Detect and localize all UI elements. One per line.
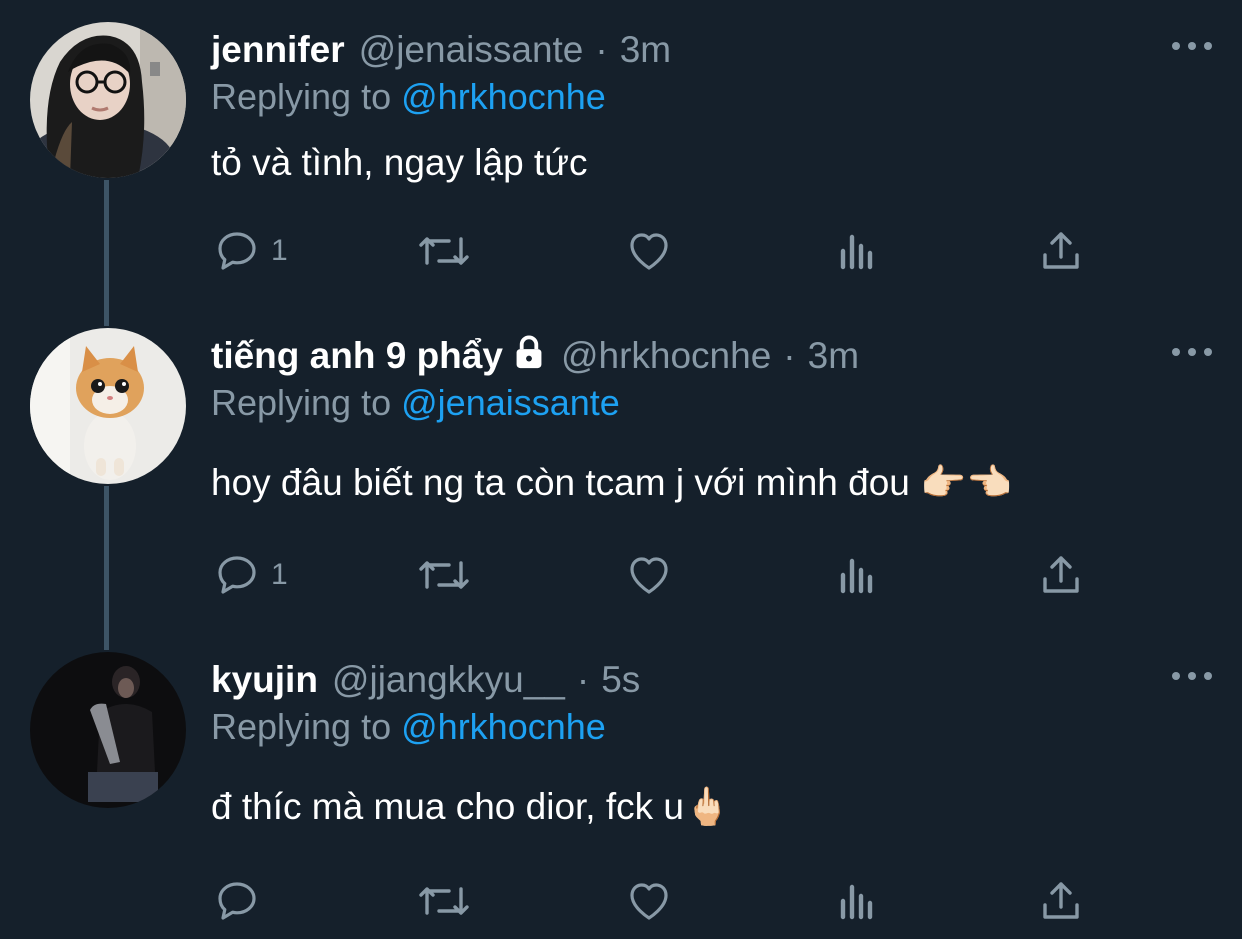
reply-button[interactable]: 1: [213, 226, 288, 276]
more-icon[interactable]: [1172, 36, 1212, 56]
tweet-header: tiếng anh 9 phẩy @hrkhocnhe · 3m: [211, 328, 859, 384]
analytics-button[interactable]: [833, 226, 881, 276]
reply-count: 1: [271, 558, 288, 591]
separator-dot: ·: [576, 659, 590, 700]
display-name[interactable]: kyujin: [211, 659, 318, 701]
share-button[interactable]: [1037, 550, 1085, 600]
retweet-button[interactable]: [415, 226, 473, 276]
avatar[interactable]: [30, 22, 186, 178]
replying-label: Replying to: [211, 706, 392, 747]
share-icon: [1043, 232, 1079, 269]
timestamp[interactable]: 3m: [808, 335, 859, 377]
tweet[interactable]: tiếng anh 9 phẩy @hrkhocnhe · 3m Replyin…: [0, 328, 1242, 628]
timestamp[interactable]: 5s: [601, 659, 640, 701]
dark-photo-avatar: [30, 652, 186, 808]
more-icon[interactable]: [1172, 342, 1212, 362]
like-button[interactable]: [625, 226, 673, 276]
reply-icon: [218, 232, 256, 270]
reply-icon: [218, 556, 256, 594]
separator-dot: ·: [783, 335, 796, 376]
replying-label: Replying to: [211, 382, 392, 423]
tweet-text: tỏ và tình, ngay lập tức: [211, 142, 588, 183]
girl-with-glasses-avatar: [30, 22, 186, 178]
share-icon: [1043, 882, 1079, 919]
user-handle[interactable]: @jenaissante: [359, 29, 584, 71]
mention-link[interactable]: @jenaissante: [401, 382, 620, 423]
share-button[interactable]: [1037, 876, 1085, 926]
retweet-button[interactable]: [415, 876, 473, 926]
user-handle[interactable]: @jjangkkyu__: [332, 659, 565, 701]
tweet-text: đ thíc mà mua cho dior, fck u🖕🏻: [211, 786, 731, 827]
share-icon: [1043, 556, 1079, 593]
kitten-avatar: [30, 328, 186, 484]
analytics-button[interactable]: [833, 550, 881, 600]
analytics-icon: [840, 234, 873, 270]
retweet-icon: [419, 887, 469, 915]
tweet[interactable]: jennifer @jenaissante · 3m Replying to @…: [0, 22, 1242, 302]
retweet-icon: [419, 561, 469, 589]
avatar[interactable]: [30, 328, 186, 484]
reply-button[interactable]: [213, 876, 271, 926]
tweet[interactable]: kyujin @jjangkkyu__ · 5s Replying to @hr…: [0, 652, 1242, 939]
timestamp[interactable]: 3m: [620, 29, 671, 71]
replying-to: Replying to @jenaissante: [211, 382, 620, 424]
reply-thread: jennifer @jenaissante · 3m Replying to @…: [0, 0, 1242, 939]
display-name[interactable]: jennifer: [211, 29, 345, 71]
lock-icon: [511, 333, 547, 380]
retweet-button[interactable]: [415, 550, 473, 600]
display-name[interactable]: tiếng anh 9 phẩy: [211, 335, 503, 377]
like-icon: [630, 233, 668, 270]
like-icon: [630, 557, 668, 594]
like-button[interactable]: [625, 550, 673, 600]
user-handle[interactable]: @hrkhocnhe: [561, 335, 771, 377]
mention-link[interactable]: @hrkhocnhe: [401, 76, 606, 117]
reply-button[interactable]: 1: [213, 550, 288, 600]
like-icon: [630, 883, 668, 920]
mention-link[interactable]: @hrkhocnhe: [401, 706, 606, 747]
tweet-actions: 1: [211, 550, 1091, 600]
share-button[interactable]: [1037, 226, 1085, 276]
retweet-icon: [419, 237, 469, 265]
more-icon[interactable]: [1172, 666, 1212, 686]
tweet-text: hoy đâu biết ng ta còn tcam j với mình đ…: [211, 462, 1013, 503]
analytics-button[interactable]: [833, 876, 881, 926]
tweet-actions: 1: [211, 226, 1091, 276]
reply-count: 1: [271, 234, 288, 267]
replying-to: Replying to @hrkhocnhe: [211, 76, 606, 118]
analytics-icon: [840, 884, 873, 920]
like-button[interactable]: [625, 876, 673, 926]
separator-dot: ·: [595, 29, 608, 70]
tweet-header: jennifer @jenaissante · 3m: [211, 22, 671, 78]
tweet-header: kyujin @jjangkkyu__ · 5s: [211, 652, 640, 708]
replying-label: Replying to: [211, 76, 392, 117]
replying-to: Replying to @hrkhocnhe: [211, 706, 606, 748]
tweet-actions: [211, 876, 1091, 926]
reply-icon: [218, 882, 256, 920]
analytics-icon: [840, 558, 873, 594]
avatar[interactable]: [30, 652, 186, 808]
